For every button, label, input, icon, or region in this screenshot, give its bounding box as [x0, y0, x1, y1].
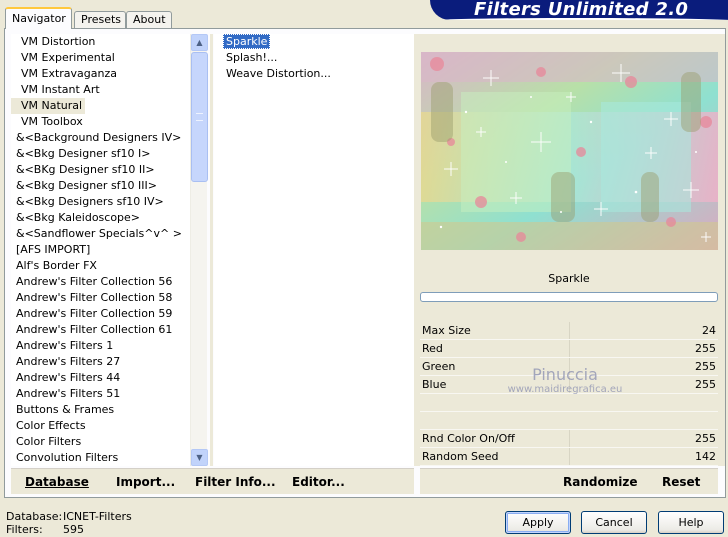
category-item[interactable]: &<Sandflower Specials^v^ >: [11, 226, 207, 242]
database-value: ICNET-Filters: [63, 510, 132, 523]
category-item[interactable]: &<Background Designers IV>: [11, 130, 207, 146]
category-item[interactable]: VM Experimental: [11, 50, 207, 66]
category-item[interactable]: VM Extravaganza: [11, 66, 207, 82]
category-scrollbar[interactable]: ▲ ▼: [190, 34, 208, 466]
scroll-grip-icon: [196, 113, 203, 121]
category-item[interactable]: Color Filters: [11, 434, 207, 450]
right-button-bar: Randomize Reset: [420, 468, 718, 494]
category-item[interactable]: [AFS IMPORT]: [11, 242, 207, 258]
filter-item[interactable]: Sparkle: [214, 34, 414, 50]
category-item[interactable]: Andrew's Filter Collection 58: [11, 290, 207, 306]
status-info: Database:ICNET-Filters Filters: 595: [6, 510, 132, 536]
param-value: 255: [695, 360, 716, 373]
param-label: Rnd Color On/Off: [422, 432, 515, 445]
param-slider[interactable]: Rnd Color On/Off 255: [420, 430, 718, 448]
param-slider[interactable]: [420, 412, 718, 430]
filters-count: 595: [63, 523, 84, 536]
param-slider[interactable]: [420, 394, 718, 412]
pane-divider[interactable]: [210, 34, 213, 466]
filter-item-label: Splash!...: [226, 51, 278, 64]
category-item[interactable]: Andrew's Filters 44: [11, 370, 207, 386]
watermark-name: Pinuccia: [532, 365, 598, 384]
category-item[interactable]: &<Bkg Designers sf10 IV>: [11, 194, 207, 210]
progress-bar: [420, 292, 718, 302]
param-value: 255: [695, 378, 716, 391]
scroll-thumb[interactable]: [191, 52, 208, 182]
category-item[interactable]: &<Bkg Designer sf10 III>: [11, 178, 207, 194]
filter-item[interactable]: Splash!...: [214, 50, 414, 66]
tab-about[interactable]: About: [126, 11, 172, 29]
category-item[interactable]: Andrew's Filters 27: [11, 354, 207, 370]
category-item[interactable]: Color Effects: [11, 418, 207, 434]
left-button-bar: Database Import... Filter Info... Editor…: [11, 468, 414, 494]
category-item[interactable]: VM Distortion: [11, 34, 207, 50]
watermark: Pinuccia www.maidiregrafica.eu: [490, 366, 640, 396]
param-label: Green: [422, 360, 456, 373]
tab-navigator[interactable]: Navigator: [5, 7, 72, 29]
param-label: Random Seed: [422, 450, 499, 463]
param-slider[interactable]: Red 255: [420, 340, 718, 358]
category-item[interactable]: &<BKg Designer sf10 II>: [11, 162, 207, 178]
app-title: Filters Unlimited 2.0: [474, 0, 689, 20]
scroll-up-button[interactable]: ▲: [191, 34, 208, 51]
category-item[interactable]: VM Natural: [11, 98, 86, 114]
category-item[interactable]: &<Bkg Designer sf10 I>: [11, 146, 207, 162]
param-label: Max Size: [422, 324, 471, 337]
param-value: 142: [695, 450, 716, 463]
param-label: Red: [422, 342, 443, 355]
category-item[interactable]: Andrew's Filters 1: [11, 338, 207, 354]
category-item[interactable]: VM Instant Art: [11, 82, 207, 98]
title-banner: Filters Unlimited 2.0: [430, 0, 728, 20]
import-button[interactable]: Import...: [116, 475, 175, 489]
category-item[interactable]: Convolution Filters: [11, 450, 207, 466]
filter-list[interactable]: Sparkle Splash!... Weave Distortion...: [214, 34, 414, 466]
apply-button[interactable]: Apply: [505, 511, 571, 534]
filters-label: Filters:: [6, 523, 43, 536]
category-item[interactable]: Alf's Border FX: [11, 258, 207, 274]
filter-item-label: Weave Distortion...: [226, 67, 331, 80]
category-item[interactable]: &<Bkg Kaleidoscope>: [11, 210, 207, 226]
param-label: Blue: [422, 378, 447, 391]
category-item[interactable]: Andrew's Filters 51: [11, 386, 207, 402]
watermark-url: www.maidiregrafica.eu: [507, 384, 623, 395]
preview-art: [421, 52, 718, 250]
database-button[interactable]: Database: [25, 475, 89, 489]
param-slider[interactable]: Random Seed 142: [420, 448, 718, 466]
scroll-down-button[interactable]: ▼: [191, 449, 208, 466]
category-item[interactable]: VM Toolbox: [11, 114, 207, 130]
database-label: Database:: [6, 510, 63, 523]
reset-button[interactable]: Reset: [662, 475, 700, 489]
category-item[interactable]: Buttons & Frames: [11, 402, 207, 418]
filter-item[interactable]: Weave Distortion...: [214, 66, 414, 82]
param-value: 24: [702, 324, 716, 337]
cancel-button[interactable]: Cancel: [581, 511, 647, 534]
editor-button[interactable]: Editor...: [292, 475, 345, 489]
randomize-button[interactable]: Randomize: [563, 475, 637, 489]
help-button[interactable]: Help: [658, 511, 724, 534]
param-slider[interactable]: Max Size 24: [420, 322, 718, 340]
category-list[interactable]: VM Distortion VM Experimental VM Extravaga…: [11, 34, 207, 466]
filter-name-label: Sparkle: [420, 270, 718, 288]
param-value: 255: [695, 342, 716, 355]
category-item[interactable]: Andrew's Filter Collection 59: [11, 306, 207, 322]
category-item[interactable]: Andrew's Filter Collection 56: [11, 274, 207, 290]
tab-presets[interactable]: Presets: [74, 11, 126, 29]
preview-image: [421, 52, 718, 250]
filter-item-label: Sparkle: [223, 34, 271, 49]
category-item[interactable]: Andrew's Filter Collection 61: [11, 322, 207, 338]
param-value: 255: [695, 432, 716, 445]
filter-info-button[interactable]: Filter Info...: [195, 475, 276, 489]
